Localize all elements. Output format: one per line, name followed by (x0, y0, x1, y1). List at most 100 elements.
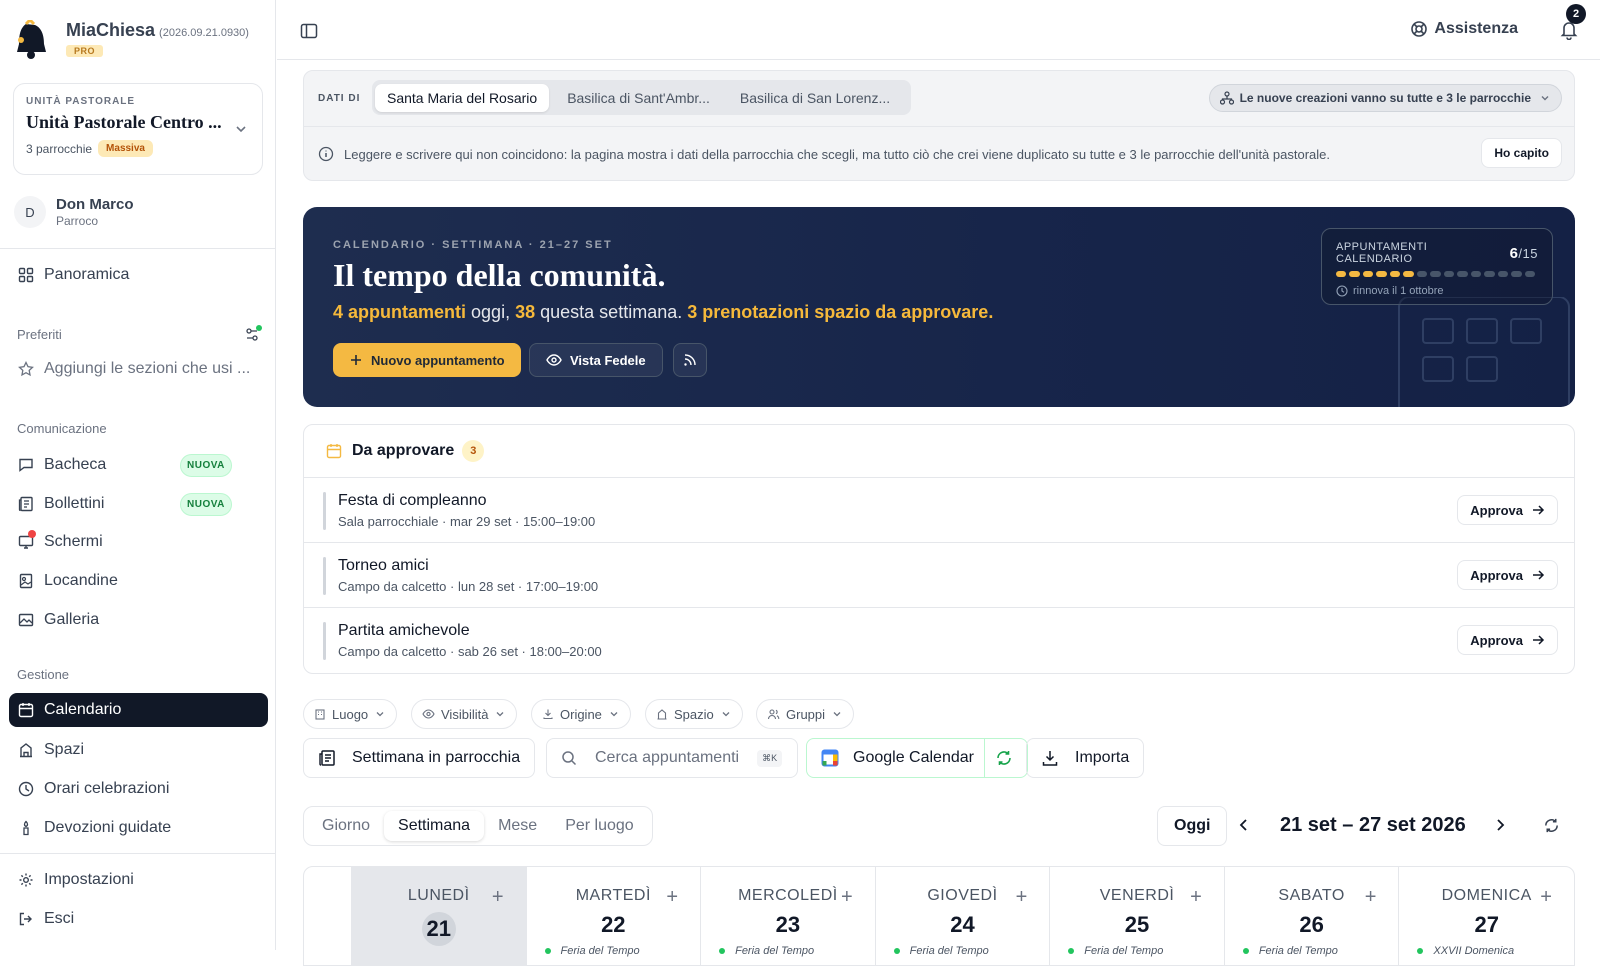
today-count: 4 appuntamenti (333, 302, 467, 322)
tab-settimana[interactable]: Settimana (384, 811, 485, 841)
nav-panoramica[interactable]: Panoramica (9, 258, 268, 292)
message-icon (19, 458, 33, 472)
day-column[interactable]: SABATO 26 + Feria del Tempo (1225, 867, 1400, 965)
arrow-right-icon (1533, 635, 1545, 645)
refresh-icon[interactable] (1543, 817, 1560, 834)
search-shortcut: ⌘K (757, 749, 783, 767)
help-button[interactable]: Assistenza (1410, 20, 1518, 38)
add-event-icon[interactable]: + (492, 887, 504, 907)
tab-per-luogo[interactable]: Per luogo (551, 811, 648, 841)
add-event-icon[interactable]: + (666, 887, 678, 907)
nav-galleria[interactable]: Galleria (9, 603, 268, 637)
quota-dot (1376, 271, 1387, 277)
creation-scope-select[interactable]: Le nuove creazioni vanno su tutte e 3 le… (1208, 84, 1562, 112)
day-column-today[interactable]: LUNEDÌ 21 + (351, 867, 527, 965)
day-column[interactable]: GIOVEDÌ 24 + Feria del Tempo (876, 867, 1051, 965)
parish-tab[interactable]: Basilica di San Lorenz... (728, 84, 902, 112)
filter-gruppi[interactable]: Gruppi (756, 699, 855, 729)
nav-orari[interactable]: Orari celebrazioni (9, 772, 268, 806)
day-column[interactable]: DOMENICA 27 + XXVII Domenica (1399, 867, 1574, 965)
approve-button[interactable]: Approva (1457, 560, 1558, 590)
new-appointment-button[interactable]: Nuovo appuntamento (333, 343, 521, 377)
filter-origine[interactable]: Origine (531, 699, 631, 729)
add-event-icon[interactable]: + (1540, 887, 1552, 907)
public-view-button[interactable]: Vista Fedele (529, 343, 663, 377)
nav-calendario[interactable]: Calendario (9, 693, 268, 727)
nav-esci[interactable]: Esci (9, 902, 268, 936)
nav-spazi[interactable]: Spazi (9, 733, 268, 767)
section-communication: Comunicazione (17, 421, 107, 436)
day-column[interactable]: MARTEDÌ 22 + Feria del Tempo (527, 867, 702, 965)
quota-dot (1336, 271, 1347, 277)
customize-icon[interactable] (244, 325, 262, 343)
grid-icon (18, 267, 34, 283)
sidebar-toggle-icon[interactable] (300, 22, 318, 40)
approval-meta: Campo da calcetto · sab 26 set · 18:00–2… (338, 644, 602, 659)
filter-visibilita[interactable]: Visibilità (411, 699, 518, 729)
quota-total: /15 (1518, 245, 1538, 261)
search-icon (562, 751, 577, 766)
top-bar: Assistenza 2 (277, 0, 1600, 60)
day-column[interactable]: VENERDÌ 25 + Feria del Tempo (1050, 867, 1225, 965)
quota-dot (1497, 271, 1509, 277)
chevron-right-icon[interactable] (1492, 817, 1508, 833)
approval-row: Partita amichevole Campo da calcetto · s… (304, 608, 1574, 673)
filter-spazio[interactable]: Spazio (645, 699, 743, 729)
add-event-icon[interactable]: + (841, 887, 853, 907)
nav-label: Aggiungi le sezioni che usi ... (44, 360, 251, 377)
liturgical-note: Feria del Tempo (544, 945, 640, 957)
sync-icon[interactable] (995, 749, 1013, 767)
add-event-icon[interactable]: + (1016, 887, 1028, 907)
newsletter-icon (319, 750, 335, 766)
nav-locandine[interactable]: Locandine (9, 564, 268, 598)
calendar-illustration (1398, 297, 1570, 407)
day-column[interactable]: MERCOLEDÌ 23 + Feria del Tempo (701, 867, 876, 965)
parish-tabs: Santa Maria del Rosario Basilica di Sant… (372, 80, 912, 115)
unit-selector[interactable]: UNITÀ PASTORALE Unità Pastorale Centro .… (13, 83, 263, 175)
add-favorites[interactable]: Aggiungi le sezioni che usi ... (9, 352, 268, 386)
parish-tab[interactable]: Basilica di Sant'Ambr... (555, 84, 722, 112)
quota-used: 6 (1509, 244, 1519, 262)
nav-schermi[interactable]: Schermi (9, 525, 268, 559)
arrow-right-icon (1533, 570, 1545, 580)
user-profile[interactable]: D Don Marco Parroco (14, 196, 134, 228)
search-input[interactable]: Cerca appuntamenti ⌘K (546, 738, 798, 778)
week-in-parish-button[interactable]: Settimana in parrocchia (303, 738, 536, 778)
add-event-icon[interactable]: + (1365, 887, 1377, 907)
help-label: Assistenza (1434, 20, 1518, 37)
download-icon (543, 709, 553, 720)
chevron-down-icon (496, 712, 504, 717)
nav-label: Schermi (44, 533, 103, 550)
approve-button[interactable]: Approva (1457, 495, 1558, 525)
tab-giorno[interactable]: Giorno (308, 811, 384, 841)
quota-dot (1443, 271, 1455, 277)
notification-count: 2 (1566, 4, 1586, 24)
nav-devozioni[interactable]: Devozioni guidate (9, 811, 268, 845)
nav-impostazioni[interactable]: Impostazioni (9, 863, 268, 897)
rss-button[interactable] (673, 343, 707, 377)
nav-label: Galleria (44, 611, 100, 628)
add-event-icon[interactable]: + (1190, 887, 1202, 907)
google-calendar-button[interactable]: Google Calendar (806, 738, 1028, 778)
chevron-left-icon[interactable] (1236, 817, 1252, 833)
bell-logo-icon (17, 20, 46, 59)
tab-mese[interactable]: Mese (484, 811, 551, 841)
quota-meter (1336, 271, 1538, 277)
logout-icon (19, 912, 32, 926)
today-button[interactable]: Oggi (1157, 806, 1228, 846)
pending-count: 3 prenotazioni spazio da approvare. (687, 302, 994, 322)
approval-row: Torneo amici Campo da calcetto · lun 28 … (304, 543, 1574, 608)
import-button[interactable]: Importa (1026, 738, 1145, 778)
note-label: Feria del Tempo (1084, 945, 1164, 957)
app-version: (2026.09.21.0930) (159, 27, 249, 39)
lifebuoy-icon (1411, 21, 1428, 37)
hero-eyebrow: CALENDARIO · SETTIMANA · 21–27 SET (333, 239, 613, 251)
dismiss-button[interactable]: Ho capito (1481, 138, 1562, 168)
info-icon (318, 146, 334, 162)
liturgical-color-dot (1068, 948, 1075, 954)
approve-button[interactable]: Approva (1457, 625, 1558, 655)
filter-luogo[interactable]: Luogo (303, 699, 398, 729)
parish-tab-selected[interactable]: Santa Maria del Rosario (375, 83, 550, 112)
divider (0, 248, 276, 249)
chevron-down-icon (376, 712, 384, 717)
